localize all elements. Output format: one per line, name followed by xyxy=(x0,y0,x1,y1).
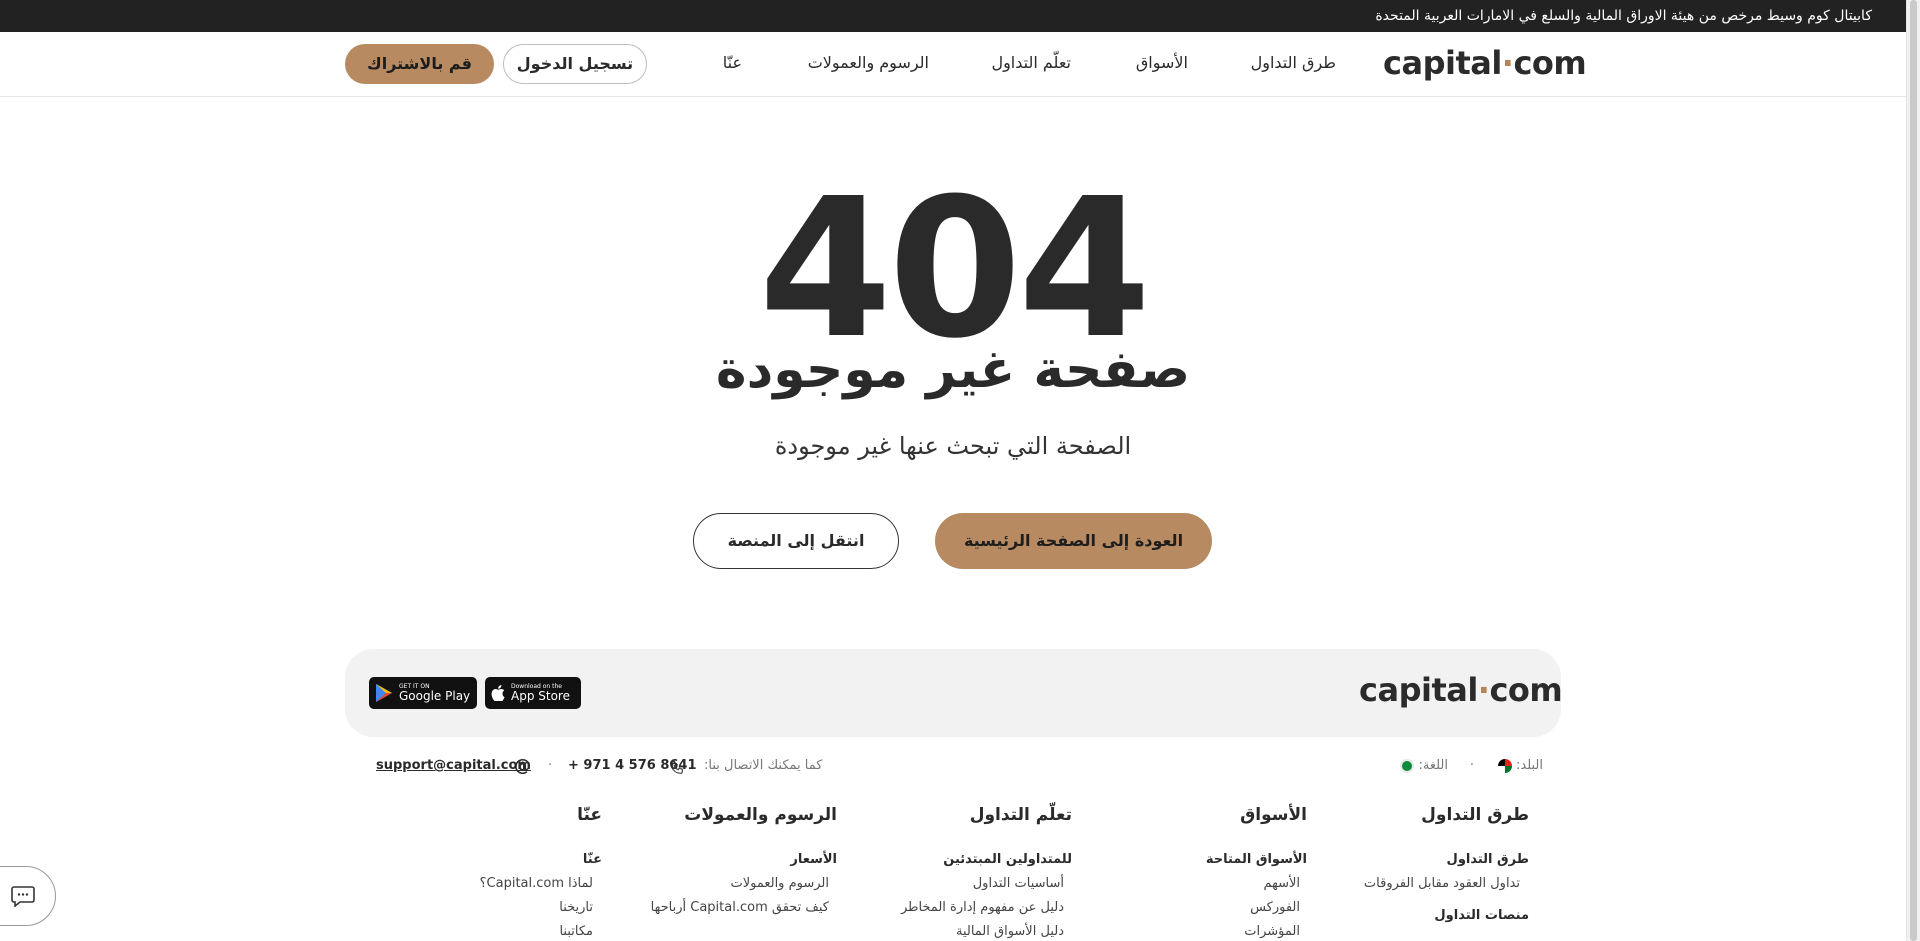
logo-text: capital xyxy=(1383,44,1502,82)
footer-col-heading-about[interactable]: عنّا xyxy=(577,805,602,825)
app-store-big: App Store xyxy=(511,689,570,703)
login-button[interactable]: تسجيل الدخول xyxy=(503,44,647,84)
nav-about[interactable]: عنّا xyxy=(723,53,742,72)
chat-widget-button[interactable] xyxy=(0,866,56,926)
footer-col-heading-trading-methods[interactable]: طرق التداول xyxy=(1421,805,1529,825)
logo-text: capital xyxy=(1359,671,1478,709)
separator-dot-1: · xyxy=(1469,758,1474,773)
footer-sub-prices[interactable]: الأسعار xyxy=(790,852,837,867)
signup-button[interactable]: قم بالاشتراك xyxy=(345,44,494,84)
footer-sub-trading-methods[interactable]: طرق التداول xyxy=(1447,852,1529,867)
google-play-badge[interactable]: GET IT ON Google Play xyxy=(369,677,477,709)
footer-link-cfd[interactable]: تداول العقود مقابل الفروقات xyxy=(1364,876,1520,891)
country-label: البلد: xyxy=(1515,758,1543,773)
uae-flag-icon xyxy=(1497,758,1512,773)
nav-trading-methods[interactable]: طرق التداول xyxy=(1251,53,1336,72)
regulatory-banner: كابيتال كوم وسيط مرخص من هيئة الاوراق ال… xyxy=(0,0,1906,32)
footer-col-heading-fees[interactable]: الرسوم والعمولات xyxy=(684,805,837,825)
footer-link-indices[interactable]: المؤشرات xyxy=(1244,924,1300,939)
phone-number[interactable]: + 971 4 576 8641 xyxy=(568,758,697,773)
language-label: اللغة: xyxy=(1418,758,1449,773)
footer-link-forex[interactable]: الفوركس xyxy=(1250,900,1300,915)
support-email[interactable]: support@capital.com xyxy=(376,758,531,773)
site-header: capital·com طرق التداول الأسواق تعلّم ال… xyxy=(0,32,1906,97)
footer-col-heading-markets[interactable]: الأسواق xyxy=(1240,805,1307,825)
logo-tld: com xyxy=(1513,44,1587,82)
footer-link-stocks[interactable]: الأسهم xyxy=(1263,876,1300,891)
regulatory-notice: كابيتال كوم وسيط مرخص من هيئة الاوراق ال… xyxy=(1375,8,1872,24)
footer-link-history[interactable]: تاريخنا xyxy=(559,900,593,915)
google-play-icon xyxy=(376,684,392,702)
logo-tld: com xyxy=(1489,671,1563,709)
header-logo[interactable]: capital·com xyxy=(1383,44,1587,82)
separator-dot-2: · xyxy=(548,758,553,773)
google-play-big: Google Play xyxy=(399,689,471,703)
arabic-flag-icon xyxy=(1400,758,1415,773)
support-email-text: support@capital.com xyxy=(376,758,531,773)
apple-icon xyxy=(491,685,505,701)
footer-sub-available-markets[interactable]: الأسواق المتاحة xyxy=(1206,852,1307,867)
phone-number-text: + 971 4 576 8641 xyxy=(568,758,697,773)
footer-logo[interactable]: capital·com xyxy=(1359,671,1563,709)
error-code: 404 xyxy=(758,158,1152,381)
go-to-platform-button[interactable]: انتقل إلى المنصة xyxy=(693,513,899,569)
nav-markets[interactable]: الأسواق xyxy=(1136,53,1188,72)
footer-link-risk-guide[interactable]: دليل عن مفهوم إدارة المخاطر xyxy=(901,900,1064,915)
footer-sub-about[interactable]: عنّا xyxy=(583,852,602,867)
footer-link-fees[interactable]: الرسوم والعمولات xyxy=(730,876,829,891)
language-selector[interactable]: اللغة: xyxy=(1400,758,1448,773)
logo-dot: · xyxy=(1477,671,1490,709)
app-store-badge[interactable]: Download on the App Store xyxy=(485,677,581,709)
footer-link-offices[interactable]: مكاتبنا xyxy=(559,924,593,939)
contact-label: كما يمكنك الاتصال بنا: xyxy=(704,758,823,773)
nav-fees[interactable]: الرسوم والعمولات xyxy=(808,53,929,72)
back-home-button[interactable]: العودة إلى الصفحة الرئيسية xyxy=(935,513,1212,569)
scrollbar-thumb[interactable] xyxy=(1910,0,1917,941)
page-scrollbar[interactable] xyxy=(1906,0,1920,941)
footer-sub-beginners[interactable]: للمتداولين المبتدئين xyxy=(943,852,1072,867)
footer-link-how-we-earn[interactable]: كيف تحقق Capital.com أرباحها xyxy=(651,900,829,915)
footer-link-markets-guide[interactable]: دليل الأسواق المالية xyxy=(956,924,1064,939)
footer-link-trading-basics[interactable]: أساسيات التداول xyxy=(973,876,1064,891)
footer-sub-platforms[interactable]: منصات التداول xyxy=(1434,908,1529,923)
nav-learn-trading[interactable]: تعلّم التداول xyxy=(991,53,1071,72)
footer-banner: capital·com GET IT ON Google Play Downloa… xyxy=(345,649,1563,737)
footer-col-heading-learn[interactable]: تعلّم التداول xyxy=(970,805,1072,825)
error-description: الصفحة التي تبحث عنها غير موجودة xyxy=(774,432,1132,460)
footer-link-why-capital[interactable]: لماذا Capital.com؟ xyxy=(480,876,593,891)
logo-dot: · xyxy=(1501,44,1514,82)
error-title: صفحة غير موجودة xyxy=(715,340,1191,400)
country-selector[interactable]: البلد: xyxy=(1497,758,1543,773)
chat-bubble-icon xyxy=(11,886,35,907)
